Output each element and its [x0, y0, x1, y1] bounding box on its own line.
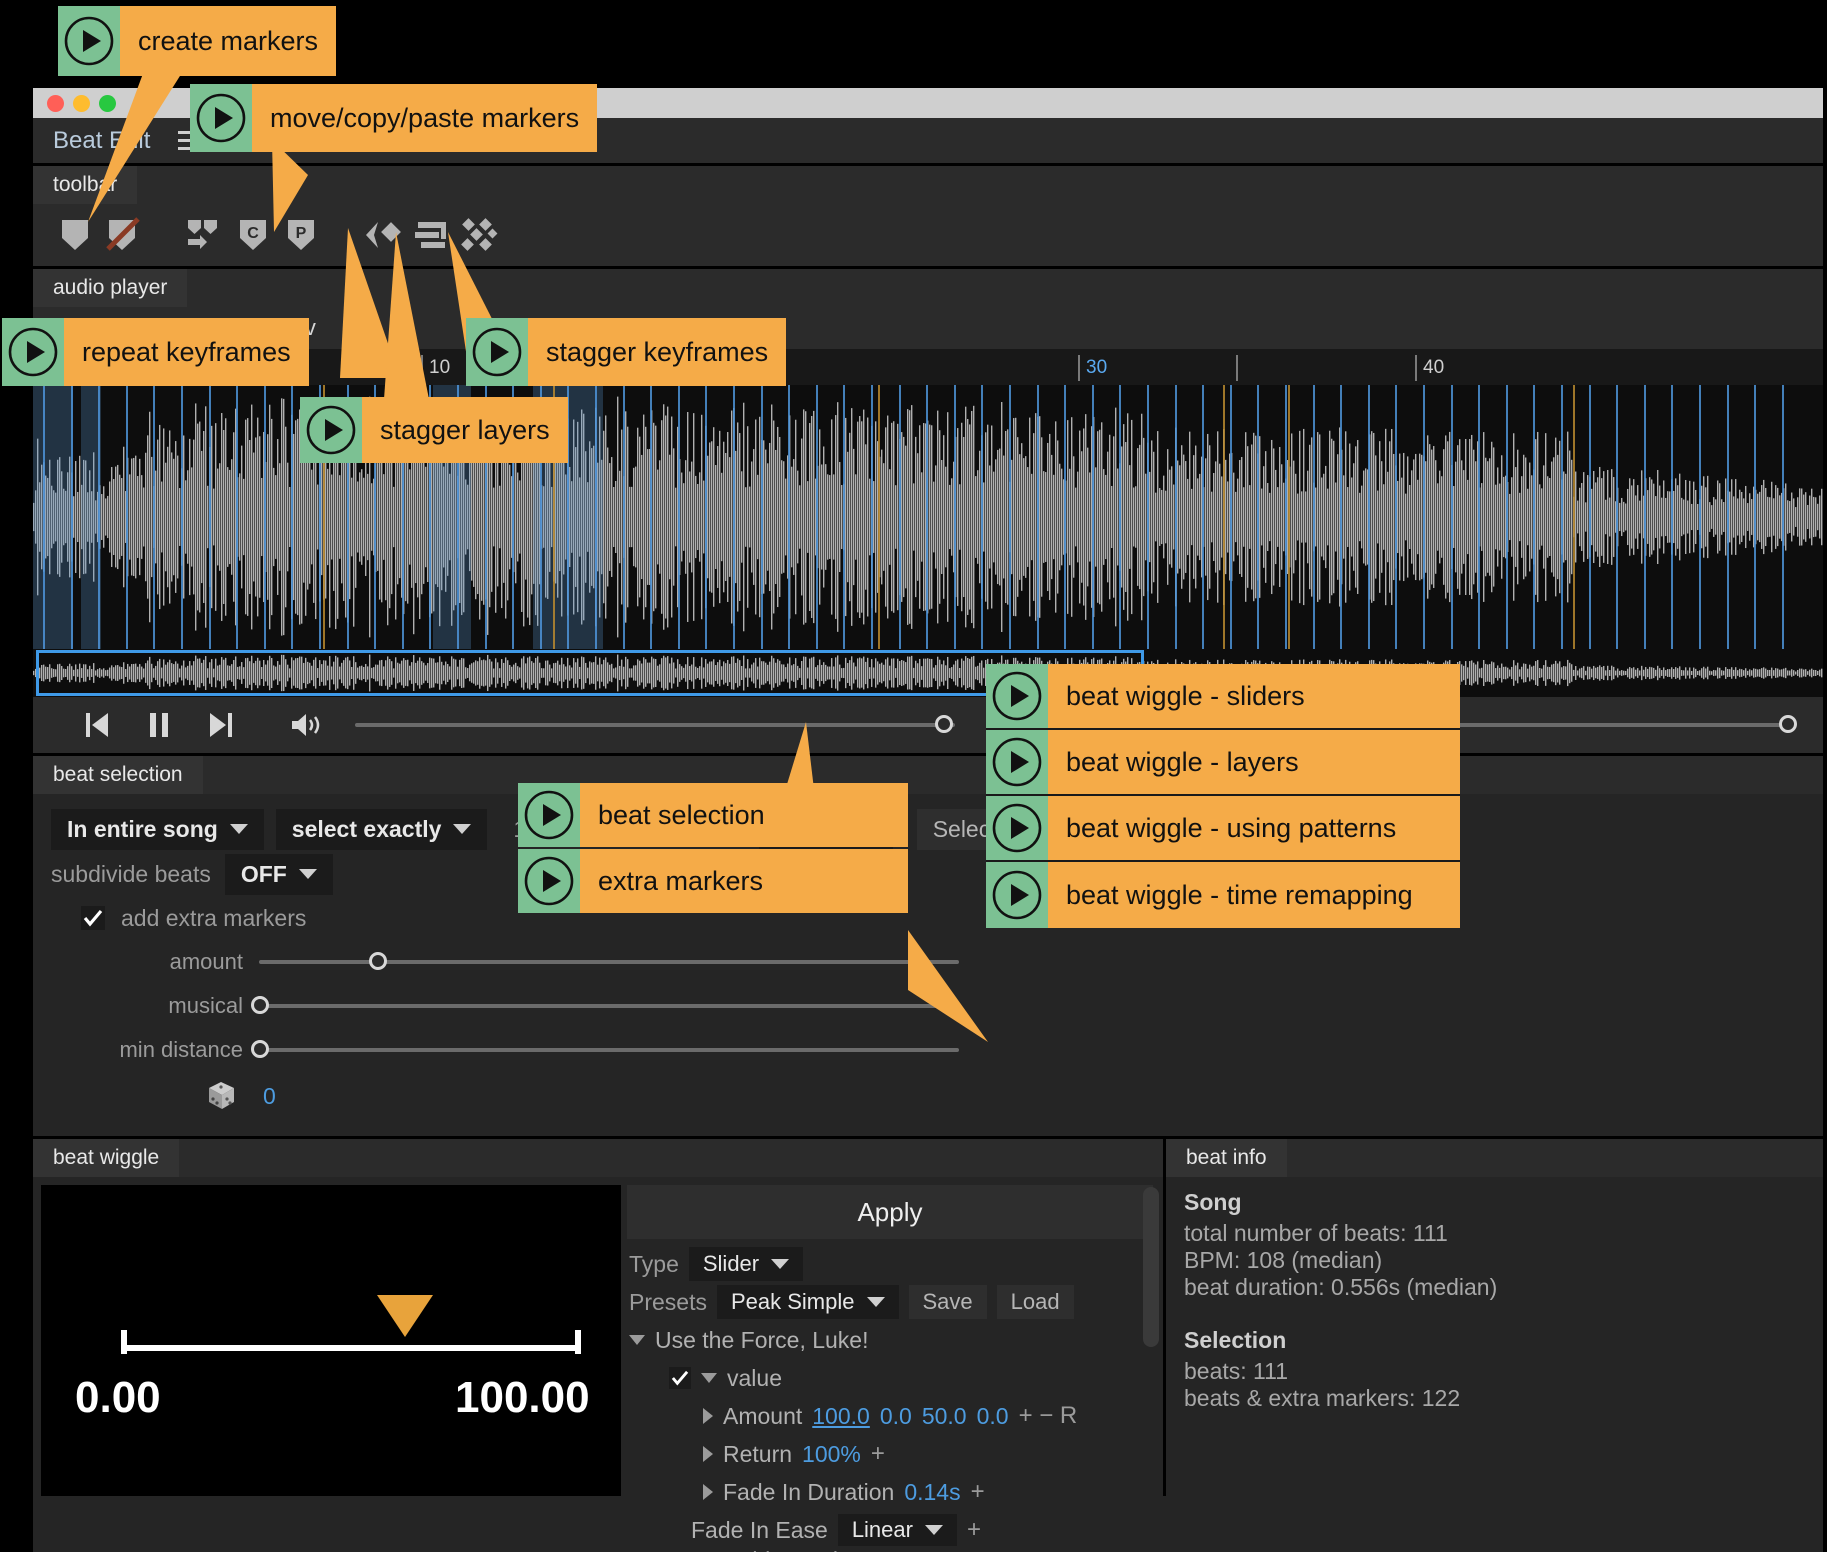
play-icon[interactable]: [58, 6, 120, 76]
play-icon[interactable]: [986, 862, 1048, 928]
play-icon[interactable]: [466, 318, 528, 386]
play-circle-icon: [524, 790, 574, 840]
play-circle-icon: [992, 870, 1042, 920]
callout-label: beat selection: [580, 783, 908, 847]
play-icon[interactable]: [986, 796, 1048, 860]
callout-label: extra markers: [580, 849, 908, 913]
callout-repeat-keyframes[interactable]: repeat keyframes: [2, 318, 309, 386]
callout-stagger-layers[interactable]: stagger layers: [300, 397, 568, 463]
play-icon[interactable]: [2, 318, 64, 386]
screenshot-root: Beat Edit toolbar C P audio player 10 30…: [0, 0, 1827, 1552]
callout-extra-markers[interactable]: extra markers: [518, 849, 908, 913]
callout-pointers: [88, 60, 988, 1042]
callout-label: repeat keyframes: [64, 318, 309, 386]
play-icon[interactable]: [190, 84, 252, 152]
callout-move-copy-paste-markers[interactable]: move/copy/paste markers: [190, 84, 598, 152]
play-circle-icon: [992, 737, 1042, 787]
callout-label: beat wiggle - sliders: [1048, 664, 1460, 728]
callout-beat-selection[interactable]: beat selection: [518, 783, 908, 847]
callout-create-markers[interactable]: create markers: [58, 6, 337, 76]
callout-stagger-keyframes[interactable]: stagger keyframes: [466, 318, 787, 386]
callout-label: move/copy/paste markers: [252, 84, 598, 152]
play-circle-icon: [64, 16, 114, 66]
callout-label: stagger keyframes: [528, 318, 787, 386]
callout-label: beat wiggle - using patterns: [1048, 796, 1460, 860]
play-circle-icon: [524, 856, 574, 906]
play-circle-icon: [992, 671, 1042, 721]
play-circle-icon: [992, 803, 1042, 853]
play-circle-icon: [8, 327, 58, 377]
callout-beat-wiggle-layers[interactable]: beat wiggle - layers: [986, 730, 1460, 796]
play-circle-icon: [196, 93, 246, 143]
callout-beat-wiggle-time-remapping[interactable]: beat wiggle - time remapping: [986, 862, 1460, 928]
play-icon[interactable]: [300, 397, 362, 463]
play-icon[interactable]: [986, 730, 1048, 794]
play-icon[interactable]: [518, 783, 580, 847]
play-icon[interactable]: [518, 849, 580, 913]
play-icon[interactable]: [986, 664, 1048, 728]
callout-label: beat wiggle - layers: [1048, 730, 1460, 794]
callout-label: beat wiggle - time remapping: [1048, 862, 1460, 928]
callout-label: stagger layers: [362, 397, 568, 463]
callout-stack-beat-wiggle: beat wiggle - sliders beat wiggle - laye…: [986, 664, 1460, 928]
callout-beat-wiggle-using-patterns[interactable]: beat wiggle - using patterns: [986, 796, 1460, 862]
callout-beat-wiggle-sliders[interactable]: beat wiggle - sliders: [986, 664, 1460, 730]
callout-label: create markers: [120, 6, 337, 76]
play-circle-icon: [472, 327, 522, 377]
play-circle-icon: [306, 405, 356, 455]
